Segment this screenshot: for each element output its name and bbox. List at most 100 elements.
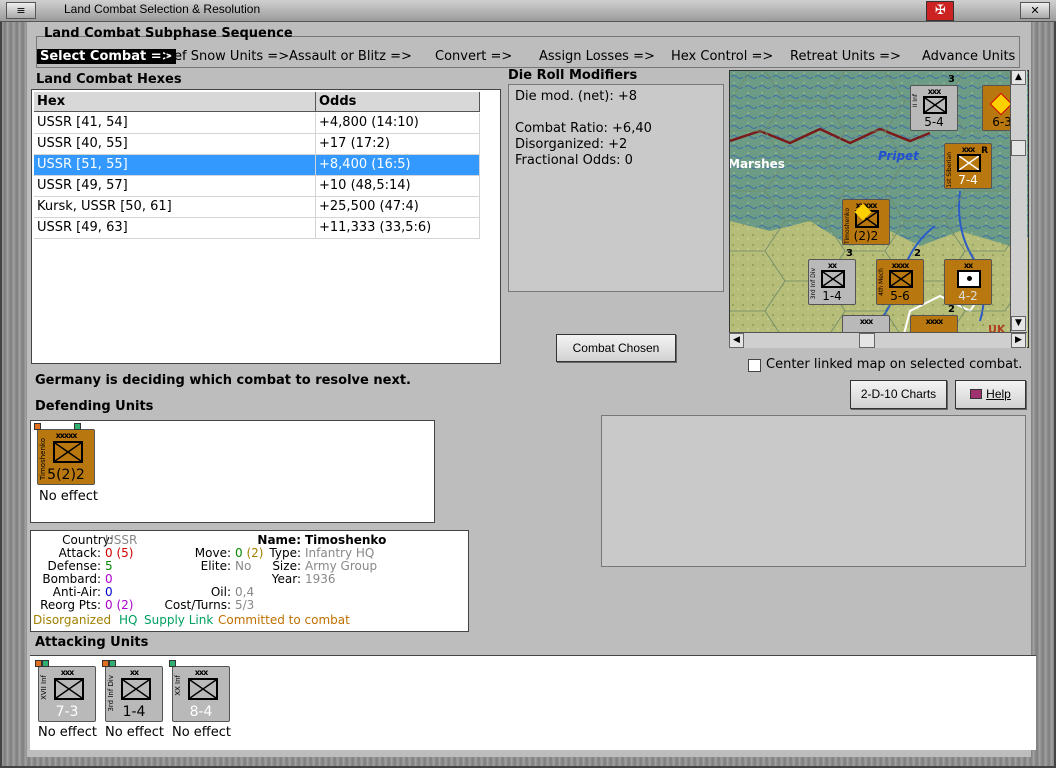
step-assault-or-blitz: Assault or Blitz => <box>289 49 412 64</box>
help-label: Help <box>986 387 1011 401</box>
unit-badge: 2 <box>914 248 921 259</box>
map-unit-counter[interactable]: xxxxx Timoshenko (2)2 <box>842 199 890 245</box>
drm-fractional-odds: Fractional Odds: 0 <box>515 153 633 168</box>
unit-name: II Inf <box>912 94 919 108</box>
defending-unit-counter[interactable]: xxxxx Timoshenko 5(2)2 <box>34 423 95 485</box>
hex-cell: USSR [41, 54] <box>34 113 316 133</box>
drm-combat-ratio: Combat Ratio: +6,40 <box>515 121 652 136</box>
odds-cell: +10 (48,5:14) <box>316 176 480 196</box>
table-row-selected[interactable]: USSR [51, 55] +8,400 (16:5) <box>34 155 480 176</box>
help-button[interactable]: Help <box>955 380 1026 409</box>
table-row[interactable]: USSR [49, 57] +10 (48,5:14) <box>34 176 480 197</box>
attacking-units-panel: xxx XVII Inf 7-3 No effect xx 3rd Inf Di… <box>30 655 1036 750</box>
defending-label: Defending Units <box>35 399 154 414</box>
infantry-symbol-icon <box>821 270 845 288</box>
results-panel <box>601 415 1026 567</box>
scroll-down-arrow-icon[interactable]: ▼ <box>1011 316 1026 331</box>
step-def-snow-units: Def Snow Units => <box>164 49 290 64</box>
cost-value: 5/3 <box>235 598 255 612</box>
book-icon <box>970 389 983 399</box>
unit-name: XX Inf <box>174 675 182 696</box>
scroll-right-arrow-icon[interactable]: ▶ <box>1011 333 1026 348</box>
column-odds[interactable]: Odds <box>316 92 480 111</box>
unit-value: 8-4 <box>189 704 213 720</box>
map-horizontal-scrollbar[interactable]: ◀ ▶ <box>729 332 1027 348</box>
attacking-unit-counter[interactable]: xxx XVII Inf 7-3 <box>35 660 96 722</box>
status-message: Germany is deciding which combat to reso… <box>35 373 411 388</box>
mech-symbol-icon <box>889 270 913 288</box>
table-row[interactable]: USSR [40, 55] +17 (17:2) <box>34 134 480 155</box>
combat-burst-icon <box>989 92 1013 116</box>
unit-value: 1-4 <box>822 289 842 303</box>
hex-cell: USSR [49, 57] <box>34 176 316 196</box>
hex-cell: USSR [40, 55] <box>34 134 316 154</box>
map-unit-counter[interactable]: xx 4-2 <box>944 259 992 305</box>
unit-marker-icon <box>102 660 109 667</box>
linked-map[interactable]: Marshes Pripet UK xxx II Inf 5-4 3 xxx 1… <box>729 70 1029 348</box>
step-retreat-units: Retreat Units => <box>790 49 901 64</box>
table-row[interactable]: USSR [41, 54] +4,800 (14:10) <box>34 113 480 134</box>
reorg-label: Reorg Pts: <box>40 598 101 612</box>
scroll-up-arrow-icon[interactable]: ▲ <box>1011 70 1026 85</box>
attacking-unit-status: No effect <box>105 725 165 740</box>
unit-value: 7-4 <box>958 173 978 187</box>
scroll-left-arrow-icon[interactable]: ◀ <box>729 333 744 348</box>
hex-table-header: Hex Odds <box>34 92 480 112</box>
flag-hq: HQ <box>119 613 138 627</box>
combat-chosen-button[interactable]: Combat Chosen <box>556 334 676 362</box>
attacking-unit-counter[interactable]: xxx XX Inf 8-4 <box>169 660 230 722</box>
odds-cell: +4,800 (14:10) <box>316 113 480 133</box>
reorg-value: 0 (2) <box>105 599 133 612</box>
defending-unit-status: No effect <box>39 489 99 504</box>
center-map-checkbox[interactable] <box>748 359 761 372</box>
reorg-current: 0 <box>105 598 113 612</box>
charts-button[interactable]: 2-D-10 Charts <box>850 380 947 409</box>
hex-cell: USSR [49, 63] <box>34 218 316 238</box>
map-unit-counter[interactable]: xxx 1st Siberian 7-4 R <box>944 143 992 189</box>
hexes-label: Land Combat Hexes <box>36 72 182 87</box>
infantry-symbol-icon <box>923 96 947 114</box>
unit-value: 5-4 <box>924 115 944 129</box>
table-row[interactable]: USSR [49, 63] +11,333 (33,5:6) <box>34 218 480 239</box>
unit-marker-icon <box>169 660 176 667</box>
window-title: Land Combat Selection & Resolution <box>64 2 261 16</box>
militia-symbol-icon <box>957 270 981 288</box>
unit-badge: R <box>981 146 988 156</box>
unit-value: (2)2 <box>853 229 879 243</box>
flag-icon <box>926 1 954 21</box>
drm-net: Die mod. (net): +8 <box>515 89 638 104</box>
table-row[interactable]: Kursk, USSR [50, 61] +25,500 (47:4) <box>34 197 480 218</box>
scroll-thumb[interactable] <box>1011 140 1026 156</box>
attacking-unit-counter[interactable]: xx 3rd Inf Div 1-4 <box>102 660 163 722</box>
map-vertical-scrollbar[interactable]: ▲ ▼ <box>1010 70 1027 332</box>
hq-symbol-icon <box>53 441 83 463</box>
unit-badge: 3 <box>846 248 853 259</box>
column-hex[interactable]: Hex <box>34 92 316 111</box>
drm-disorganized: Disorganized: +2 <box>515 137 628 152</box>
map-unit-counter[interactable]: xxxx 4th Mech 5-6 2 <box>876 248 924 305</box>
step-advance-units: Advance Units <box>922 49 1016 64</box>
title-bar[interactable]: ≡ Land Combat Selection & Resolution ✕ <box>0 0 1056 22</box>
close-button[interactable]: ✕ <box>1020 2 1050 19</box>
elite-label: Elite: <box>200 559 231 573</box>
unit-size: xxxx <box>925 317 944 326</box>
flag-disorganized: Disorganized <box>33 613 112 627</box>
map-unit-counter[interactable]: xxx II Inf 5-4 3 <box>910 74 958 131</box>
step-hex-control: Hex Control => <box>671 49 774 64</box>
unit-details-panel: Country: USSR Attack: 0 (5) Defense: 5 B… <box>30 530 469 632</box>
drm-label: Die Roll Modifiers <box>508 68 638 83</box>
unit-value: 4-2 <box>958 289 978 303</box>
unit-marker-icon <box>109 660 116 667</box>
system-menu-button[interactable]: ≡ <box>6 2 36 19</box>
attack-alt: (5) <box>116 546 134 560</box>
unit-value: 5(2)2 <box>47 467 85 483</box>
unit-marker-icon <box>74 423 81 430</box>
map-unit-counter[interactable]: xx 3rd Inf Div 1-4 3 <box>808 248 856 305</box>
infantry-symbol-icon <box>957 154 981 172</box>
unit-value: 5-6 <box>890 289 910 303</box>
hex-table[interactable]: Hex Odds USSR [41, 54] +4,800 (14:10) US… <box>31 89 501 364</box>
flag-supply-link: Supply Link <box>144 613 214 627</box>
drm-box: Die mod. (net): +8 Combat Ratio: +6,40 D… <box>508 84 724 292</box>
year-value: 1936 <box>305 572 336 586</box>
scroll-thumb[interactable] <box>859 333 875 348</box>
